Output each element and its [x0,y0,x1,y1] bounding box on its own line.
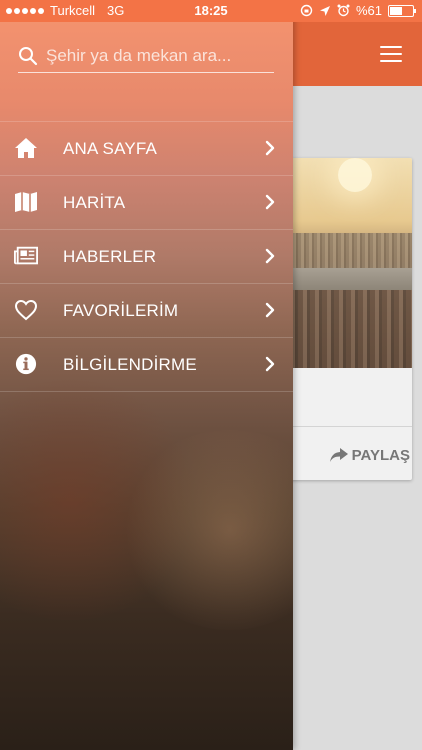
menu-item-label: FAVORİLERİM [63,301,179,320]
home-icon [13,136,39,160]
chevron-right-icon [265,356,275,372]
status-bar: Turkcell 3G 18:25 %61 [0,0,422,22]
chevron-right-icon [265,302,275,318]
chevron-right-icon [265,140,275,156]
chevron-right-icon [265,248,275,264]
alarm-icon [337,4,350,17]
search-icon [19,47,38,66]
share-button[interactable]: PAYLAŞ [329,440,410,470]
menu-item-label: HABERLER [63,247,157,266]
menu-item-news[interactable]: HABERLER [0,229,293,283]
share-label: PAYLAŞ [351,446,410,464]
rotation-lock-icon [300,4,313,17]
navigation-drawer: ANA SAYFA HARİTA HABERLER FAVORİLERİM [0,0,293,750]
search-bar[interactable] [18,40,274,73]
battery-icon [388,4,416,17]
hamburger-menu-icon[interactable] [380,46,402,62]
battery-percent: %61 [355,3,382,18]
heart-icon [13,298,39,322]
news-icon [13,244,39,268]
map-icon [13,190,39,214]
menu-item-favorites[interactable]: FAVORİLERİM [0,283,293,337]
menu-item-home[interactable]: ANA SAYFA [0,121,293,175]
location-arrow-icon [319,5,330,16]
chevron-right-icon [265,194,275,210]
menu-item-label: ANA SAYFA [63,139,158,158]
info-icon [13,352,39,376]
menu-item-info[interactable]: BİLGİLENDİRME [0,337,293,392]
search-input[interactable] [44,45,268,67]
menu-item-label: HARİTA [63,193,126,212]
drawer-menu: ANA SAYFA HARİTA HABERLER FAVORİLERİM Bİ… [0,121,293,392]
share-icon [329,448,348,462]
menu-item-map[interactable]: HARİTA [0,175,293,229]
menu-item-label: BİLGİLENDİRME [63,355,197,374]
